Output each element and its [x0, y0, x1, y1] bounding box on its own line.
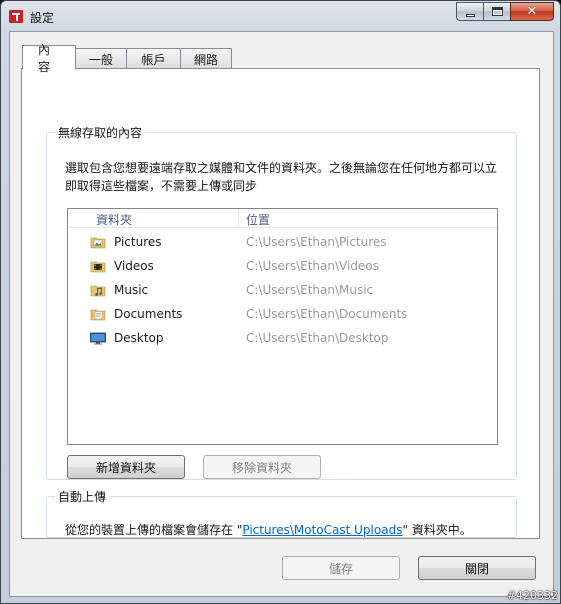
wireless-access-legend: 無線存取的內容: [58, 126, 143, 140]
remove-folder-button[interactable]: 移除資料夾: [203, 455, 321, 479]
title-bar[interactable]: 設定 ✕: [1, 1, 560, 31]
folder-path: C:\Users\Ethan\Pictures: [246, 235, 387, 249]
folder-row-desktop[interactable]: Desktop C:\Users\Ethan\Desktop: [68, 326, 497, 350]
app-logo-icon[interactable]: [9, 10, 23, 23]
minimize-button[interactable]: [456, 2, 483, 21]
maximize-button[interactable]: [483, 2, 510, 21]
tab-network[interactable]: 網路: [180, 48, 232, 69]
content-tab-page: 無線存取的內容 選取包含您想要遠端存取之媒體和文件的資料夾。之後無論您在任何地方…: [21, 68, 540, 539]
folder-path: C:\Users\Ethan\Music: [246, 283, 374, 297]
desktop-icon: [90, 332, 106, 345]
folder-row-videos[interactable]: Videos C:\Users\Ethan\Videos: [68, 254, 497, 278]
wireless-description: 選取包含您想要遠端存取之媒體和文件的資料夾。之後無論您在任何地方都可以立即取得這…: [65, 161, 498, 193]
documents-folder-icon: [90, 309, 106, 321]
tab-strip: 內容 一般 帳戶 網路: [22, 43, 232, 74]
folder-name: Pictures: [114, 235, 162, 249]
maximize-icon: [491, 7, 503, 16]
folder-list-header: 資料夾 位置: [68, 209, 497, 228]
wireless-access-group: 無線存取的內容 選取包含您想要遠端存取之媒體和文件的資料夾。之後無論您在任何地方…: [46, 124, 517, 480]
column-header-folder[interactable]: 資料夾: [96, 211, 132, 228]
close-window-button[interactable]: ✕: [510, 2, 554, 21]
folder-path: C:\Users\Ethan\Desktop: [246, 331, 389, 345]
folder-row-music[interactable]: Music C:\Users\Ethan\Music: [68, 278, 497, 302]
caption-buttons: ✕: [456, 2, 554, 22]
add-folder-button[interactable]: 新增資料夾: [67, 455, 185, 479]
tab-content[interactable]: 內容: [22, 43, 76, 74]
videos-folder-icon: [90, 261, 106, 273]
folder-path: C:\Users\Ethan\Documents: [246, 307, 408, 321]
folder-name: Videos: [114, 259, 154, 273]
music-folder-icon: [90, 285, 106, 297]
pictures-folder-icon: [90, 237, 106, 249]
folder-name: Desktop: [114, 331, 164, 345]
minimize-icon: [465, 13, 475, 17]
watermark-text: #420332: [506, 589, 558, 602]
auto-upload-text-after: " 資料夾中。: [402, 523, 472, 537]
folder-name: Documents: [114, 307, 183, 321]
column-header-location[interactable]: 位置: [246, 211, 270, 228]
auto-upload-text: 從您的裝置上傳的檔案會儲存在 "Pictures\MotoCast Upload…: [65, 521, 472, 538]
close-button[interactable]: 關閉: [418, 556, 536, 580]
column-divider[interactable]: [238, 209, 239, 228]
close-icon: ✕: [526, 4, 538, 19]
folder-name: Music: [114, 283, 149, 297]
folder-row-documents[interactable]: Documents C:\Users\Ethan\Documents: [68, 302, 497, 326]
auto-upload-legend: 自動上傳: [58, 490, 107, 504]
window-title: 設定: [30, 11, 55, 25]
upload-folder-link[interactable]: Pictures\MotoCast Uploads: [242, 523, 402, 537]
tab-general[interactable]: 一般: [75, 48, 127, 69]
auto-upload-text-before: 從您的裝置上傳的檔案會儲存在 ": [65, 523, 243, 537]
settings-window: 設定 ✕ 內容 一般 帳戶 網路 無線存取的內容 選取包含您想要遠端存取之媒體和…: [0, 0, 561, 604]
folder-row-pictures[interactable]: Pictures C:\Users\Ethan\Pictures: [68, 230, 497, 254]
folder-list[interactable]: 資料夾 位置 Pictures C:\Users\Ethan\Pictures: [67, 208, 498, 445]
folder-path: C:\Users\Ethan\Videos: [246, 259, 379, 273]
tab-account[interactable]: 帳戶: [126, 48, 181, 69]
save-button[interactable]: 儲存: [282, 556, 400, 580]
dialog-body: 內容 一般 帳戶 網路 無線存取的內容 選取包含您想要遠端存取之媒體和文件的資料…: [9, 31, 554, 597]
auto-upload-group: 自動上傳 從您的裝置上傳的檔案會儲存在 "Pictures\MotoCast U…: [46, 488, 517, 538]
